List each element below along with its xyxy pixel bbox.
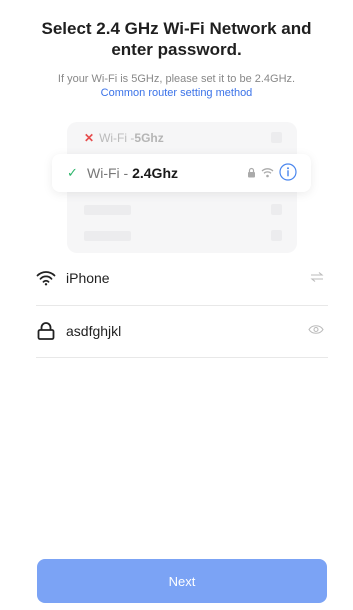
placeholder-bar bbox=[271, 204, 282, 215]
wifi-24ghz-prefix: Wi-Fi - bbox=[87, 165, 133, 181]
divider bbox=[36, 357, 328, 358]
wifi-24ghz-band: 2.4Ghz bbox=[132, 165, 178, 181]
hint-text: If your Wi-Fi is 5GHz, please set it to … bbox=[10, 72, 343, 100]
wifi-5ghz-row: ✕ Wi-Fi - 5Ghz bbox=[84, 128, 164, 148]
wifi-5ghz-band: 5Ghz bbox=[134, 131, 164, 145]
wifi-small-icon bbox=[261, 167, 274, 177]
switch-network-icon[interactable] bbox=[310, 271, 324, 283]
network-name-field[interactable]: iPhone bbox=[36, 253, 328, 303]
placeholder-bar bbox=[271, 132, 282, 143]
wifi-icon bbox=[36, 271, 56, 286]
placeholder-bar bbox=[271, 230, 282, 241]
info-icon[interactable] bbox=[279, 163, 297, 181]
placeholder-bar bbox=[84, 231, 131, 241]
password-field[interactable]: asdfghjkl bbox=[36, 306, 328, 356]
lock-icon bbox=[37, 322, 55, 340]
wifi-24ghz-label: Wi-Fi - 2.4Ghz bbox=[87, 165, 178, 181]
next-button[interactable]: Next bbox=[37, 559, 327, 603]
eye-icon[interactable] bbox=[308, 324, 324, 335]
password-value: asdfghjkl bbox=[66, 323, 122, 339]
page-title: Select 2.4 GHz Wi-Fi Network and enter p… bbox=[41, 19, 312, 59]
wifi-24ghz-card: ✓ Wi-Fi - 2.4Ghz bbox=[52, 154, 311, 192]
lock-small-icon bbox=[248, 167, 255, 177]
hint-5ghz-text: If your Wi-Fi is 5GHz, please set it to … bbox=[57, 73, 296, 85]
check-icon: ✓ bbox=[67, 165, 78, 180]
cross-icon: ✕ bbox=[84, 131, 95, 145]
network-name-value: iPhone bbox=[66, 270, 110, 286]
wifi-5ghz-prefix: Wi-Fi - bbox=[99, 131, 135, 145]
placeholder-bar bbox=[84, 205, 131, 215]
wifi-24ghz-icons bbox=[247, 163, 297, 181]
router-setting-link[interactable]: Common router setting method bbox=[10, 86, 343, 100]
